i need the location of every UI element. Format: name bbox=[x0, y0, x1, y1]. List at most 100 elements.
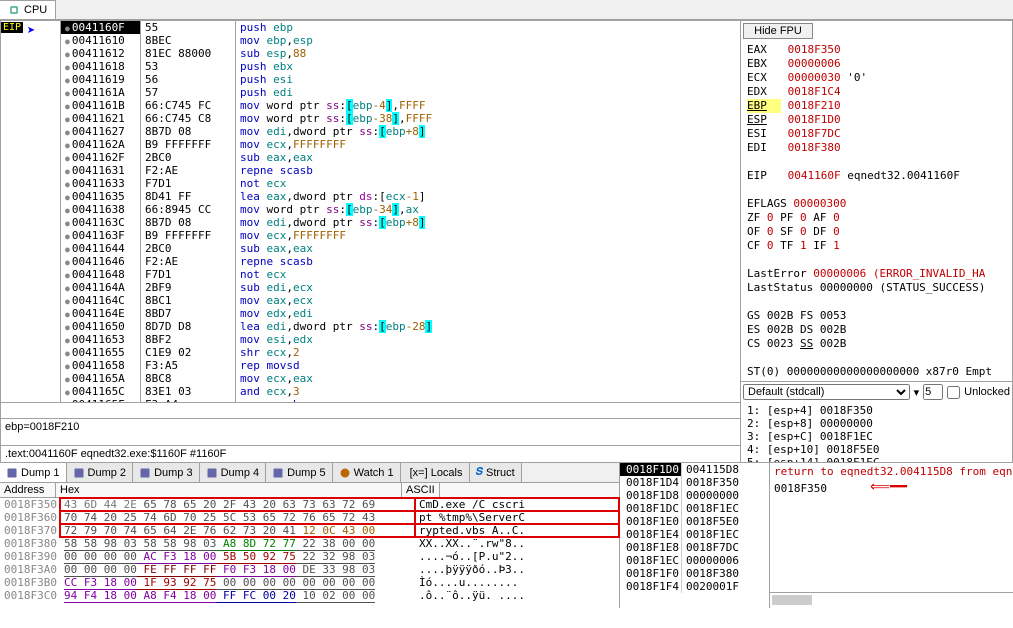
stack-row[interactable]: 0018F1F00018F380 bbox=[620, 567, 769, 580]
cpu-tab[interactable]: CPU bbox=[0, 0, 56, 19]
callstack-row[interactable]: 2: [esp+8] 00000000 bbox=[747, 417, 1006, 430]
disasm-panel[interactable]: EIP ➤ 0041160F00411610004116120041161800… bbox=[1, 21, 740, 402]
hex-bytes: 58 58 98 03 58 58 98 03 A8 8D 72 77 22 3… bbox=[60, 537, 415, 550]
laststatus-row: LastStatus 00000000 (STATUS_SUCCESS) bbox=[747, 281, 1006, 295]
disasm-bytes: F3:A5 bbox=[141, 359, 235, 372]
hex-row[interactable]: 0018F39000 00 00 00 AC F3 18 00 5B 50 92… bbox=[0, 550, 619, 563]
register-row[interactable]: EBX 00000006 bbox=[747, 57, 1006, 71]
disasm-address[interactable]: 00411635 bbox=[61, 190, 140, 203]
callstack-row[interactable]: 1: [esp+4] 0018F350 bbox=[747, 404, 1006, 417]
disasm-address[interactable]: 00411610 bbox=[61, 34, 140, 47]
dump-tab[interactable]: Dump 1 bbox=[0, 463, 67, 482]
disasm-address[interactable]: 00411619 bbox=[61, 73, 140, 86]
disasm-address[interactable]: 00411633 bbox=[61, 177, 140, 190]
disasm-address[interactable]: 0041163C bbox=[61, 216, 140, 229]
dump-tab[interactable]: 𝑺Struct bbox=[470, 463, 522, 482]
callconv-select[interactable]: Default (stdcall) bbox=[743, 384, 910, 400]
disasm-address[interactable]: 00411612 bbox=[61, 47, 140, 60]
register-row[interactable]: EBP 0018F210 bbox=[747, 99, 1006, 113]
stack-panel[interactable]: 0018F1D0004115D80018F1D40018F3500018F1D8… bbox=[620, 463, 770, 608]
disasm-address[interactable]: 00411621 bbox=[61, 112, 140, 125]
hex-bytes: CC F3 18 00 1F 93 92 75 00 00 00 00 00 0… bbox=[60, 576, 415, 589]
return-scrollbar[interactable] bbox=[770, 592, 1013, 608]
dump-tab[interactable]: Dump 4 bbox=[200, 463, 267, 482]
disasm-address[interactable]: 0041161A bbox=[61, 86, 140, 99]
spinner-down-icon[interactable]: ▾ bbox=[914, 386, 920, 399]
unlocked-checkbox[interactable] bbox=[947, 386, 960, 399]
disasm-address[interactable]: 00411638 bbox=[61, 203, 140, 216]
hex-row[interactable]: 0018F36070 74 20 25 74 6D 70 25 5C 53 65… bbox=[0, 511, 619, 524]
disasm-address[interactable]: 0041164A bbox=[61, 281, 140, 294]
disasm-bytes: 8B7D 08 bbox=[141, 216, 235, 229]
hex-row[interactable]: 0018F3C094 F4 18 00 A8 F4 18 00 FF FC 00… bbox=[0, 589, 619, 602]
dump-tab[interactable]: Dump 3 bbox=[133, 463, 200, 482]
hide-fpu-button[interactable]: Hide FPU bbox=[743, 23, 813, 39]
disasm-bytes: 66:C745 C8 bbox=[141, 112, 235, 125]
dump-tab[interactable]: [x=] Locals bbox=[401, 463, 470, 482]
register-row[interactable]: ESP 0018F1D0 bbox=[747, 113, 1006, 127]
disasm-address[interactable]: 00411644 bbox=[61, 242, 140, 255]
disasm-address[interactable]: 00411655 bbox=[61, 346, 140, 359]
disasm-address[interactable]: 0041162A bbox=[61, 138, 140, 151]
stack-row[interactable]: 0018F1D40018F350 bbox=[620, 476, 769, 489]
stack-row[interactable]: 0018F1E80018F7DC bbox=[620, 541, 769, 554]
disasm-address[interactable]: 0041165A bbox=[61, 372, 140, 385]
callstack-panel[interactable]: 1: [esp+4] 0018F3502: [esp+8] 000000003:… bbox=[741, 402, 1012, 462]
address-column[interactable]: 0041160F00411610004116120041161800411619… bbox=[61, 21, 141, 402]
dump-tab[interactable]: Watch 1 bbox=[333, 463, 401, 482]
hex-row[interactable]: 0018F38058 58 98 03 58 58 98 03 A8 8D 72… bbox=[0, 537, 619, 550]
disasm-address[interactable]: 00411631 bbox=[61, 164, 140, 177]
hex-row[interactable]: 0018F3B0CC F3 18 00 1F 93 92 75 00 00 00… bbox=[0, 576, 619, 589]
disasm-address[interactable]: 00411658 bbox=[61, 359, 140, 372]
dump-tab[interactable]: Dump 5 bbox=[266, 463, 333, 482]
disasm-address[interactable]: 0041160F bbox=[61, 21, 140, 34]
dump-tab[interactable]: Dump 2 bbox=[67, 463, 134, 482]
hex-header-ascii: ASCII bbox=[402, 483, 440, 497]
disasm-address[interactable]: 0041164C bbox=[61, 294, 140, 307]
callstack-row[interactable]: 3: [esp+C] 0018F1EC bbox=[747, 430, 1006, 443]
callstack-row[interactable]: 5: [esp+14] 0018F1EC bbox=[747, 456, 1006, 462]
disasm-scrollbar[interactable] bbox=[1, 402, 740, 418]
hex-address: 0018F3B0 bbox=[0, 576, 60, 589]
register-row[interactable]: EDX 0018F1C4 bbox=[747, 85, 1006, 99]
disasm-address[interactable]: 0041163F bbox=[61, 229, 140, 242]
stack-row[interactable]: 0018F1E00018F5E0 bbox=[620, 515, 769, 528]
hex-row[interactable]: 0018F35043 6D 44 2E 65 78 65 20 2F 43 20… bbox=[0, 498, 619, 511]
disasm-bytes: 66:8945 CC bbox=[141, 203, 235, 216]
stack-row[interactable]: 0018F1E40018F1EC bbox=[620, 528, 769, 541]
stack-row[interactable]: 0018F1D800000000 bbox=[620, 489, 769, 502]
disasm-bytes: 8BD7 bbox=[141, 307, 235, 320]
disasm-address[interactable]: 00411648 bbox=[61, 268, 140, 281]
stack-row[interactable]: 0018F1EC00000006 bbox=[620, 554, 769, 567]
red-arrow-icon: ⟸━━ bbox=[870, 479, 907, 495]
register-row[interactable]: EDI 0018F380 bbox=[747, 141, 1006, 155]
disasm-bytes: 2BC0 bbox=[141, 242, 235, 255]
disasm-bytes: 2BF9 bbox=[141, 281, 235, 294]
hex-row[interactable]: 0018F37072 79 70 74 65 64 2E 76 62 73 20… bbox=[0, 524, 619, 537]
disasm-address[interactable]: 0041162F bbox=[61, 151, 140, 164]
stack-address: 0018F1D0 bbox=[620, 463, 682, 476]
register-row[interactable]: ECX 00000030 '0' bbox=[747, 71, 1006, 85]
disasm-bytes: F2:AE bbox=[141, 164, 235, 177]
disasm-address[interactable]: 00411618 bbox=[61, 60, 140, 73]
disasm-address[interactable]: 0041161B bbox=[61, 99, 140, 112]
register-row[interactable]: ESI 0018F7DC bbox=[747, 127, 1006, 141]
disasm-address[interactable]: 00411653 bbox=[61, 333, 140, 346]
hex-row[interactable]: 0018F3A000 00 00 00 FE FF FF FF F0 F3 18… bbox=[0, 563, 619, 576]
disasm-address[interactable]: 00411650 bbox=[61, 320, 140, 333]
disasm-address[interactable]: 00411627 bbox=[61, 125, 140, 138]
callconv-count[interactable] bbox=[923, 384, 943, 400]
stack-row[interactable]: 0018F1DC0018F1EC bbox=[620, 502, 769, 515]
registers-panel[interactable]: EAX 0018F350EBX 00000006ECX 00000030 '0'… bbox=[741, 41, 1012, 381]
callstack-row[interactable]: 4: [esp+10] 0018F5E0 bbox=[747, 443, 1006, 456]
hex-body[interactable]: 0018F35043 6D 44 2E 65 78 65 20 2F 43 20… bbox=[0, 498, 619, 602]
disasm-address[interactable]: 0041164E bbox=[61, 307, 140, 320]
disasm-instr: mov word ptr ss:[ebp-4],FFFF bbox=[236, 99, 740, 112]
dump-tab-label: Dump 3 bbox=[154, 467, 193, 479]
disasm-address[interactable]: 0041165C bbox=[61, 385, 140, 398]
disasm-address[interactable]: 00411646 bbox=[61, 255, 140, 268]
stack-row[interactable]: 0018F1F40020001F bbox=[620, 580, 769, 593]
register-row[interactable]: EAX 0018F350 bbox=[747, 43, 1006, 57]
stack-row[interactable]: 0018F1D0004115D8 bbox=[620, 463, 769, 476]
eip-row[interactable]: EIP 0041160F eqnedt32.0041160F bbox=[747, 169, 1006, 183]
